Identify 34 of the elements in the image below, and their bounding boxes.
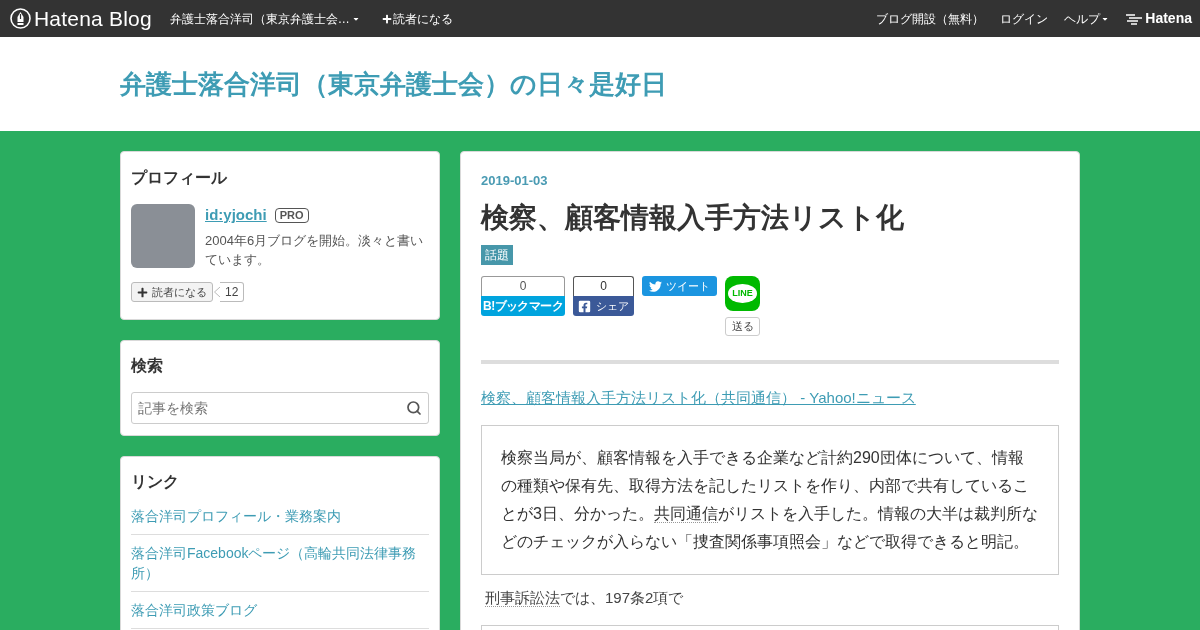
keyword-link[interactable]: 共同通信 [653, 505, 718, 523]
subscribe-link[interactable]: 読者になる [381, 9, 453, 28]
plus-icon [381, 13, 392, 24]
subscribe-button[interactable]: 読者になる [131, 282, 213, 302]
nav-link[interactable]: ログイン [1000, 9, 1049, 28]
article-title: 検察、顧客情報入手方法リスト化 [481, 201, 905, 235]
keyword-link[interactable]: 刑事訴訟法 [485, 589, 560, 607]
nav-link[interactable]: ブログ開設（無料） [876, 9, 985, 28]
bird-icon [649, 279, 662, 293]
body-text: 刑事訴訟法では、197条2項で [484, 588, 685, 609]
section-heading: リンク [131, 472, 180, 492]
quote-text: 検察当局が、顧客情報を入手できる企業など計約290団体について、情報の種類や保有先、取得方法を記したリストを作り、内部で共有していることが3日、分かった。共同通信がリストを入手した。情報の大半は裁判所などのチェックが入らない「捜査関係事項照会」などで取得できると明記。 [501, 448, 1039, 552]
subscriber-count: 12 [220, 282, 245, 302]
search-icon[interactable] [406, 400, 422, 416]
search-field[interactable]: 記事を検索 [131, 392, 429, 424]
help-menu[interactable]: ヘルプ [1064, 9, 1110, 28]
bookmark-count: 0 [481, 276, 565, 296]
facebook-share-button[interactable]: シェア [573, 296, 634, 316]
section-heading: プロフィール [131, 168, 228, 188]
hatena-mark-icon [1125, 12, 1144, 25]
hatena-logo[interactable]: Hatena [1125, 8, 1192, 29]
pro-badge: PRO [274, 207, 309, 223]
logo-link[interactable]: Hatena Blog [10, 8, 152, 29]
photo-placeholder [131, 204, 195, 268]
facebook-count: 0 [573, 276, 634, 296]
facebook-icon [578, 299, 591, 313]
section-heading: 検索 [131, 356, 164, 376]
article-date: 2019-01-03 [481, 172, 549, 190]
blog-menu[interactable]: 弁護士落合洋司（東京弁護士会… [169, 9, 360, 28]
profile-description: 2004年6月ブログを開始。淡々と書いています。 [205, 232, 425, 269]
pointer-notch-icon [214, 287, 220, 297]
line-send-button[interactable]: 送る [725, 317, 760, 336]
plus-icon [137, 286, 148, 298]
pen-nib-icon [10, 8, 31, 29]
